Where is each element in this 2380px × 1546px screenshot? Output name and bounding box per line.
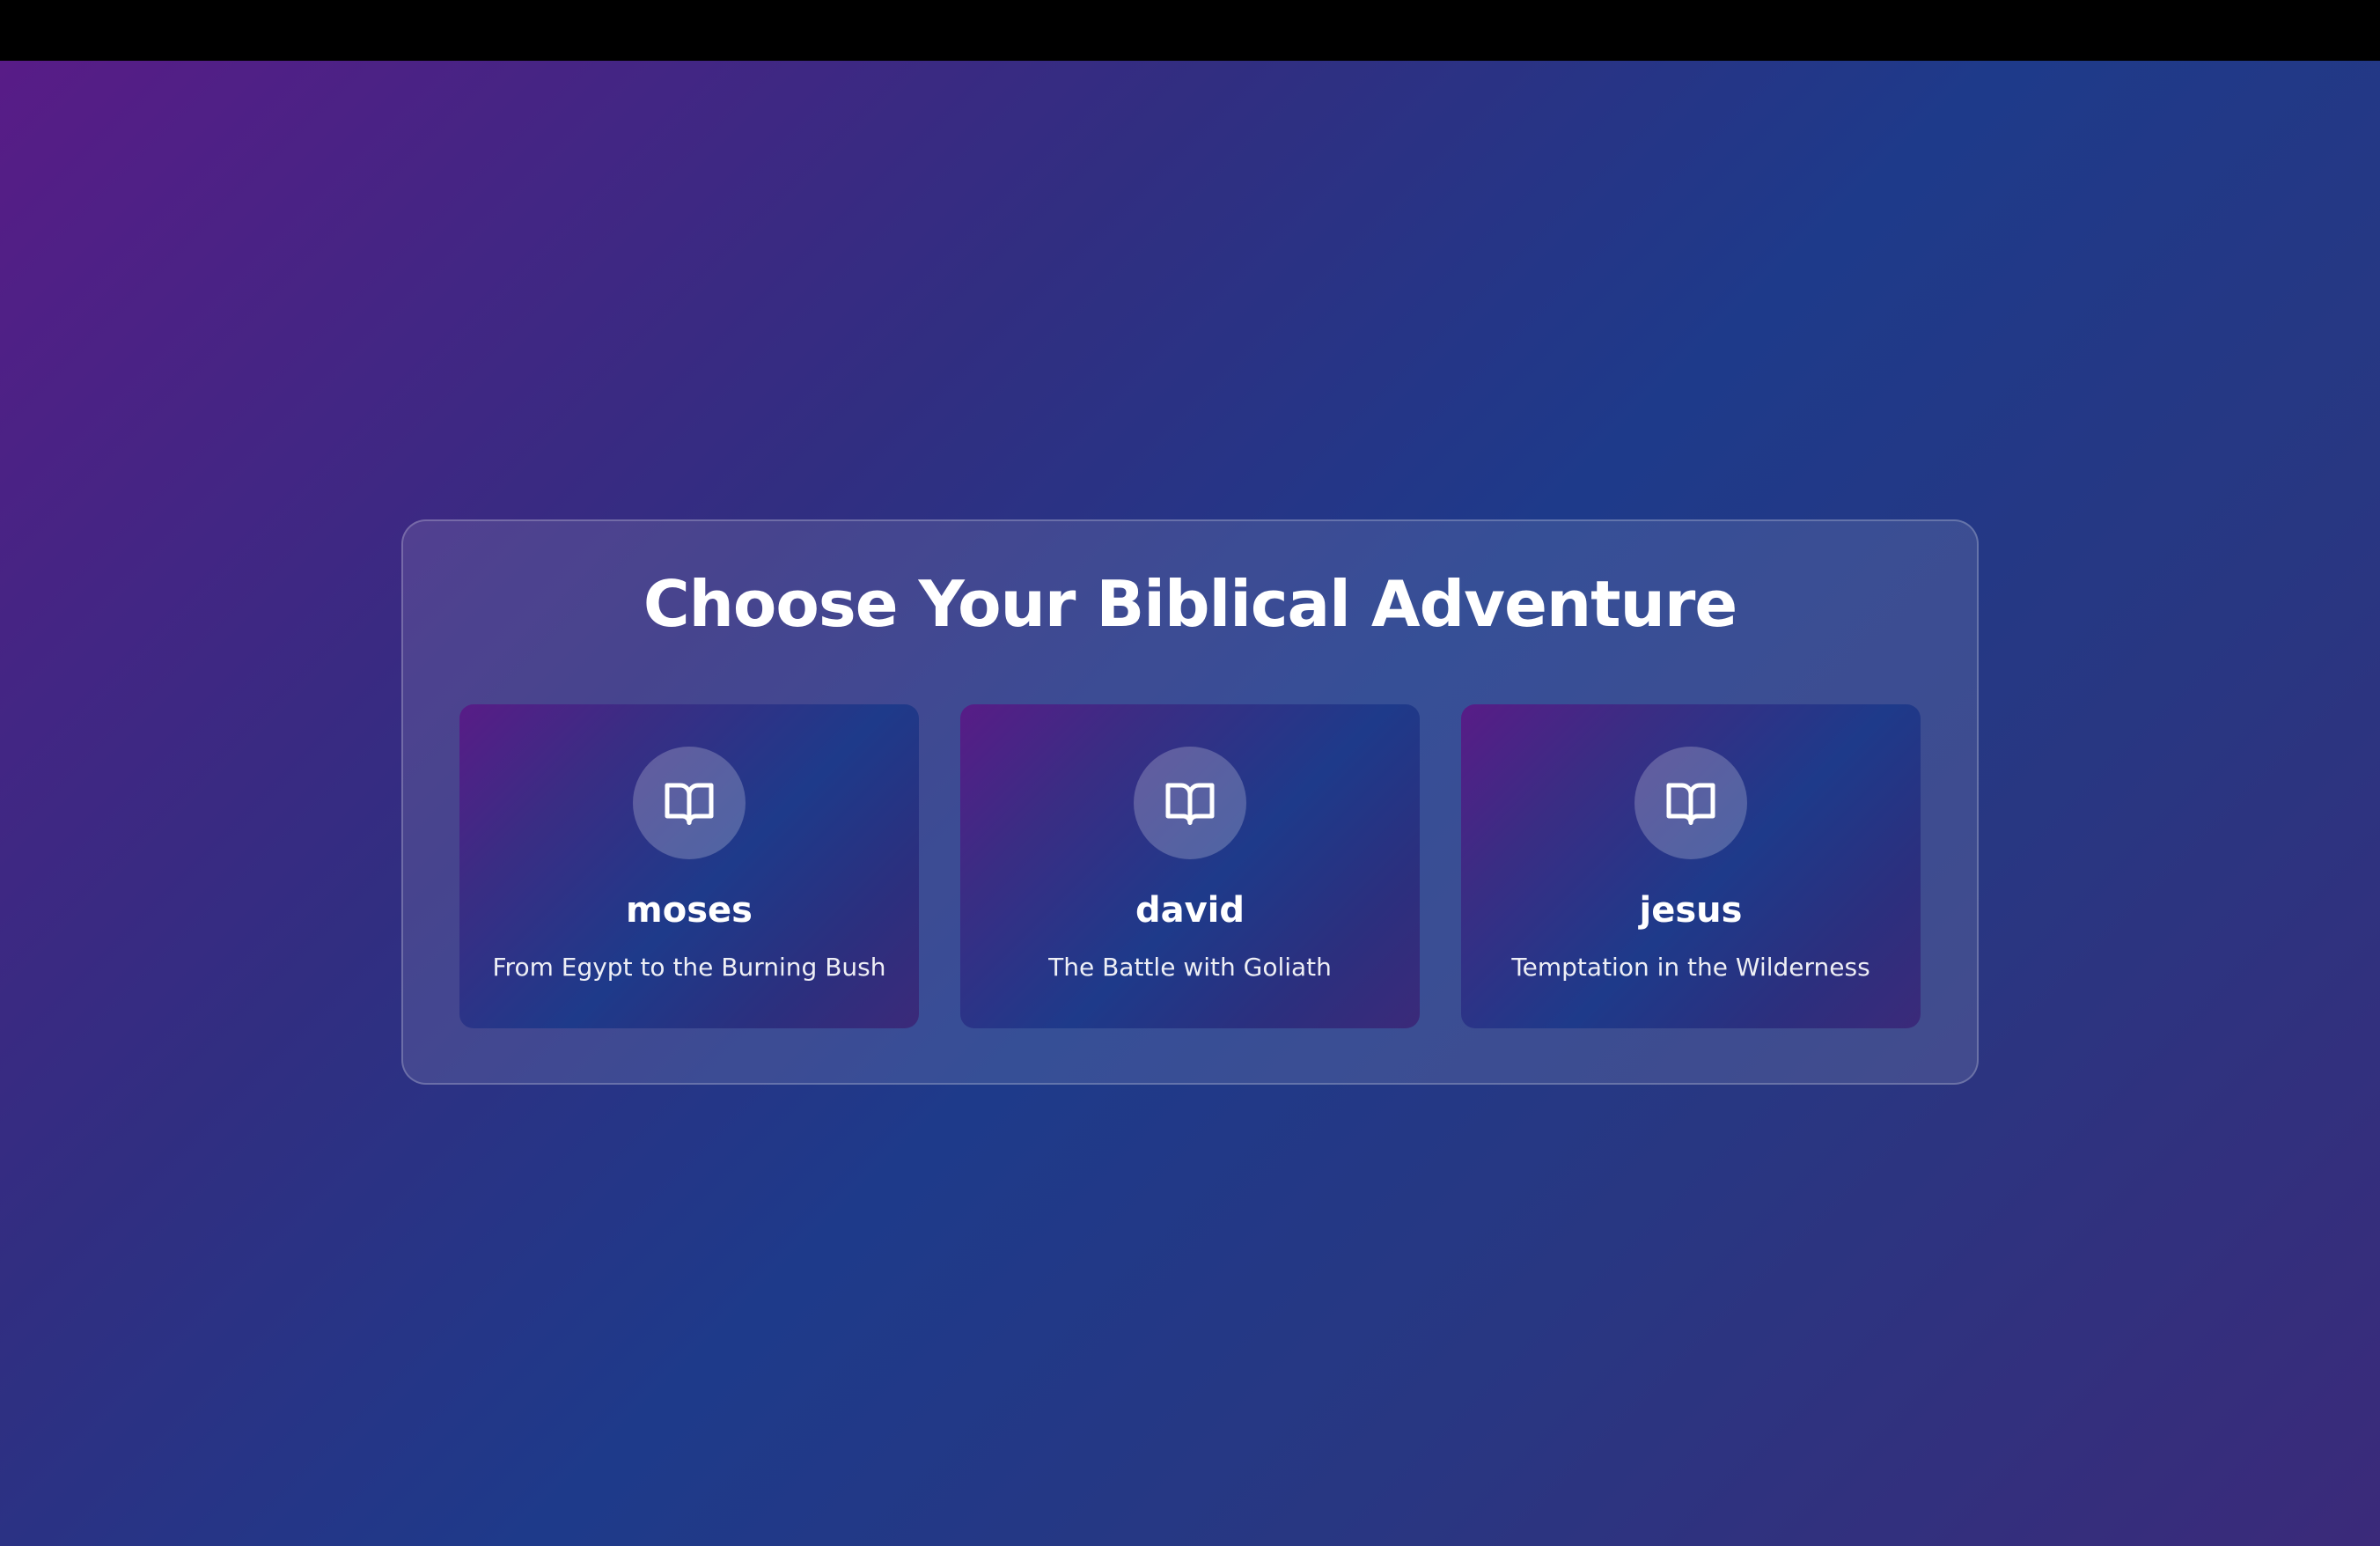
story-card-list: moses From Egypt to the Burning Bush dav…: [459, 704, 1921, 1030]
story-card-title: jesus: [1639, 890, 1743, 931]
page-title: Choose Your Biblical Adventure: [643, 567, 1737, 641]
story-card-david[interactable]: david The Battle with Goliath: [960, 704, 1420, 1028]
book-open-icon: [1134, 747, 1246, 859]
book-open-icon: [633, 747, 746, 859]
story-card-description: Temptation in the Wilderness: [1511, 953, 1870, 982]
story-card-description: From Egypt to the Burning Bush: [492, 953, 886, 982]
story-card-jesus[interactable]: jesus Temptation in the Wilderness: [1461, 704, 1921, 1028]
top-bar: [0, 0, 2380, 61]
book-open-icon: [1634, 747, 1747, 859]
story-card-title: david: [1135, 890, 1245, 931]
story-card-title: moses: [626, 890, 753, 931]
adventure-selection-panel: Choose Your Biblical Adventure moses Fro…: [401, 519, 1979, 1085]
page-background: Choose Your Biblical Adventure moses Fro…: [0, 61, 2380, 1546]
story-card-moses[interactable]: moses From Egypt to the Burning Bush: [459, 704, 919, 1028]
story-card-description: The Battle with Goliath: [1048, 953, 1332, 982]
